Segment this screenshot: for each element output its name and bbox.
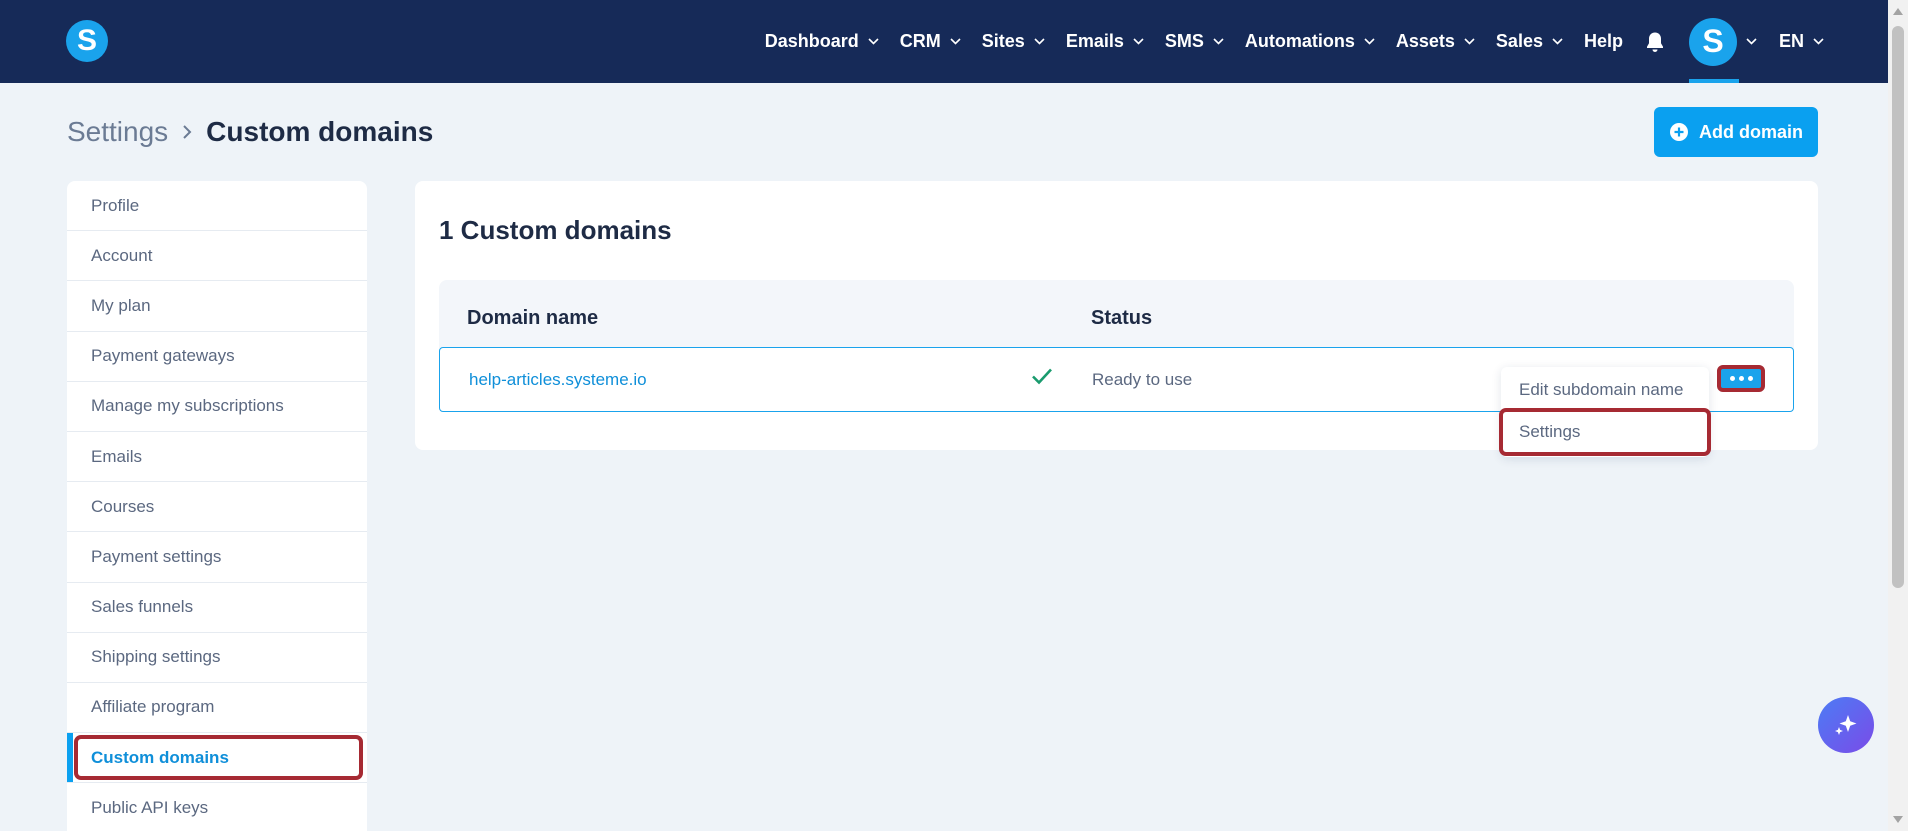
add-domain-label: Add domain bbox=[1699, 121, 1803, 142]
breadcrumb-settings[interactable]: Settings bbox=[67, 116, 168, 148]
chevron-down-icon bbox=[950, 38, 961, 45]
column-header-domain-name: Domain name bbox=[467, 307, 599, 329]
nav-dashboard-label: Dashboard bbox=[764, 31, 859, 51]
chevron-down-icon bbox=[868, 38, 879, 45]
chevron-down-icon bbox=[1464, 38, 1475, 45]
nav-sms-label: SMS bbox=[1164, 31, 1204, 51]
language-label: EN bbox=[1778, 31, 1804, 51]
nav-sites[interactable]: Sites bbox=[982, 31, 1045, 52]
chevron-down-icon bbox=[1364, 38, 1375, 45]
chevron-down-icon bbox=[1213, 38, 1224, 45]
sidebar-item-label: Profile bbox=[91, 195, 140, 215]
language-selector[interactable]: EN bbox=[1779, 31, 1824, 52]
top-navigation: S Dashboard CRM Sites Emails SMS Automat… bbox=[0, 0, 1888, 83]
page-scrollbar[interactable] bbox=[1888, 0, 1908, 831]
sidebar-item-manage-subscriptions[interactable]: Manage my subscriptions bbox=[67, 382, 367, 432]
sidebar-item-label: Manage my subscriptions bbox=[91, 396, 284, 416]
menu-item-settings[interactable]: Settings bbox=[1499, 408, 1711, 456]
nav-sms[interactable]: SMS bbox=[1165, 31, 1224, 52]
check-icon bbox=[1031, 367, 1053, 390]
chevron-down-icon bbox=[1746, 38, 1757, 45]
sidebar-item-shipping-settings[interactable]: Shipping settings bbox=[67, 633, 367, 683]
main-nav: Dashboard CRM Sites Emails SMS Automatio… bbox=[765, 0, 1824, 83]
menu-item-edit-subdomain[interactable]: Edit subdomain name bbox=[1501, 369, 1709, 411]
nav-assets[interactable]: Assets bbox=[1396, 31, 1475, 52]
sidebar-item-public-api-keys[interactable]: Public API keys bbox=[67, 783, 367, 831]
nav-automations-label: Automations bbox=[1244, 31, 1355, 51]
highlight-box bbox=[1499, 408, 1711, 456]
sidebar-item-payment-settings[interactable]: Payment settings bbox=[67, 532, 367, 583]
sidebar-item-emails[interactable]: Emails bbox=[67, 432, 367, 483]
sidebar-item-account[interactable]: Account bbox=[67, 231, 367, 282]
row-actions-menu: Edit subdomain name Settings bbox=[1499, 367, 1711, 457]
chevron-right-icon bbox=[182, 124, 192, 140]
add-domain-button[interactable]: Add domain bbox=[1654, 107, 1818, 157]
nav-dashboard[interactable]: Dashboard bbox=[765, 31, 879, 52]
sidebar-item-my-plan[interactable]: My plan bbox=[67, 281, 367, 332]
nav-emails[interactable]: Emails bbox=[1066, 31, 1144, 52]
account-menu[interactable]: S bbox=[1688, 0, 1757, 83]
sidebar-item-payment-gateways[interactable]: Payment gateways bbox=[67, 332, 367, 382]
status-text: Ready to use bbox=[1092, 370, 1193, 389]
sidebar-item-label: Emails bbox=[91, 446, 143, 466]
nav-emails-label: Emails bbox=[1065, 31, 1124, 51]
sidebar-item-sales-funnels[interactable]: Sales funnels bbox=[67, 583, 367, 633]
sidebar-item-label: My plan bbox=[91, 295, 151, 315]
nav-assets-label: Assets bbox=[1395, 31, 1455, 51]
scroll-up-arrow-icon[interactable] bbox=[1893, 8, 1903, 15]
card-title: 1 Custom domains bbox=[439, 215, 672, 245]
page-title: Custom domains bbox=[206, 116, 434, 147]
avatar[interactable]: S bbox=[1688, 17, 1737, 66]
scroll-thumb[interactable] bbox=[1892, 26, 1904, 588]
sidebar-item-custom-domains[interactable]: Custom domains bbox=[67, 733, 367, 784]
chevron-down-icon bbox=[1552, 38, 1563, 45]
nav-crm-label: CRM bbox=[899, 31, 941, 51]
highlight-box bbox=[74, 735, 363, 781]
sidebar-item-courses[interactable]: Courses bbox=[67, 482, 367, 533]
column-header-status: Status bbox=[1091, 307, 1153, 329]
sidebar-item-profile[interactable]: Profile bbox=[67, 181, 367, 232]
scroll-down-arrow-icon[interactable] bbox=[1893, 816, 1903, 823]
chevron-down-icon bbox=[1034, 38, 1045, 45]
sidebar-item-label: Shipping settings bbox=[91, 647, 221, 667]
nav-sales-label: Sales bbox=[1495, 31, 1543, 51]
logo[interactable]: S bbox=[66, 20, 108, 62]
plus-circle-icon bbox=[1669, 122, 1689, 142]
sidebar-item-label: Courses bbox=[91, 496, 155, 516]
ellipsis-icon[interactable] bbox=[1717, 365, 1765, 392]
settings-sidebar: Profile Account My plan Payment gateways… bbox=[67, 181, 367, 831]
chevron-down-icon bbox=[1133, 38, 1144, 45]
sidebar-item-label: Payment settings bbox=[91, 546, 222, 566]
nav-sales[interactable]: Sales bbox=[1496, 31, 1563, 52]
nav-crm[interactable]: CRM bbox=[900, 31, 961, 52]
domain-link[interactable]: help-articles.systeme.io bbox=[469, 370, 647, 390]
menu-item-label: Edit subdomain name bbox=[1519, 380, 1684, 399]
sidebar-item-affiliate-program[interactable]: Affiliate program bbox=[67, 683, 367, 734]
sidebar-item-label: Account bbox=[91, 245, 153, 265]
chevron-down-icon bbox=[1813, 38, 1824, 45]
sidebar-item-label: Sales funnels bbox=[91, 597, 194, 617]
bell-icon[interactable] bbox=[1645, 31, 1665, 53]
sidebar-item-label: Payment gateways bbox=[91, 346, 235, 366]
sparkle-icon[interactable] bbox=[1818, 697, 1874, 753]
sidebar-item-label: Public API keys bbox=[91, 797, 209, 817]
active-indicator bbox=[1688, 79, 1739, 83]
nav-help[interactable]: Help bbox=[1584, 31, 1623, 52]
nav-automations[interactable]: Automations bbox=[1245, 31, 1375, 52]
sidebar-item-label: Affiliate program bbox=[91, 697, 215, 717]
nav-sites-label: Sites bbox=[981, 31, 1025, 51]
breadcrumb: Settings Custom domains bbox=[67, 116, 433, 148]
nav-help-label: Help bbox=[1583, 31, 1623, 51]
